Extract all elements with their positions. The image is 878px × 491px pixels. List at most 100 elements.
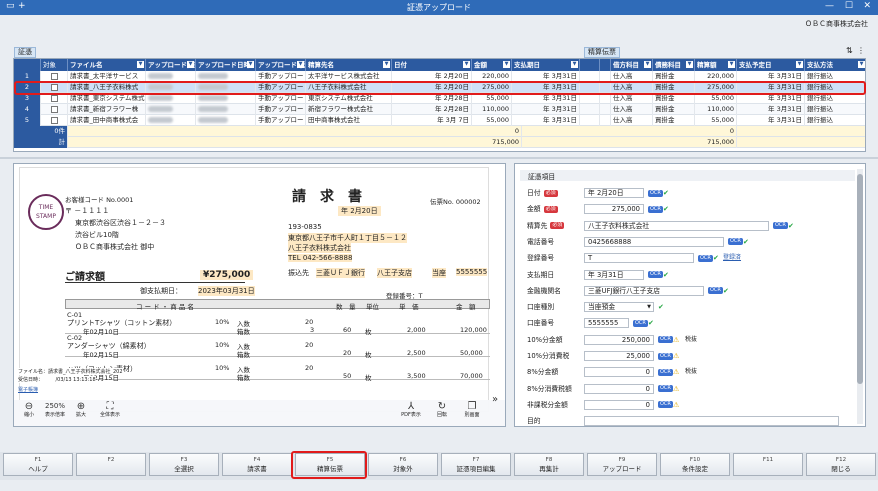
field-input[interactable]: 0	[584, 399, 654, 410]
column-settings-icon[interactable]: ⋮	[857, 46, 865, 55]
upload-info: 受信日時： /03/13 13:13:18	[18, 376, 96, 383]
fkey-f8-button[interactable]: F8 再集計	[514, 453, 584, 476]
field-label: 8%分金額	[527, 368, 559, 377]
ebook-link[interactable]: 電子帳簿	[18, 386, 38, 393]
row-filename: 請求書_新宿フラワー株	[68, 104, 146, 115]
invoice-amount: ¥275,000	[200, 270, 254, 280]
col-settle-amount[interactable]: 精算額 ▼	[695, 59, 737, 71]
ocr-badge: OCR	[728, 238, 743, 246]
field-input[interactable]: 5555555	[584, 318, 629, 329]
zoom-out-button[interactable]: ⊖ 縮小	[18, 401, 40, 418]
col-credit[interactable]: 債務科目 ▼	[653, 59, 695, 71]
field-input[interactable]: 年 3月31日	[584, 269, 644, 280]
fkey-f3-button[interactable]: F3 全選択	[149, 453, 219, 476]
field-input[interactable]: 三菱UFJ銀行八王子支店	[584, 285, 704, 296]
fkey-f12-button[interactable]: F12 閉じる	[806, 453, 876, 476]
check-icon: ✔	[663, 189, 669, 197]
field-input[interactable]	[584, 416, 839, 426]
fkey-f10-button[interactable]: F10 条件設定	[660, 453, 730, 476]
field-input[interactable]: 当座預金 ▼	[584, 302, 654, 313]
registered-link[interactable]: 登録済	[723, 253, 741, 263]
fkey-f1-button[interactable]: F1 ヘルプ	[3, 453, 73, 476]
ocr-badge: OCR	[698, 254, 713, 262]
collapse-button[interactable]: »	[489, 394, 501, 405]
col-upload-date[interactable]: アップロード日時 ▼	[196, 59, 256, 71]
rotate-icon: ↻	[437, 401, 447, 412]
fkey-f11-button[interactable]: F11	[733, 453, 803, 476]
row-method: 手動アップロード	[258, 104, 306, 115]
ocr-badge: OCR	[648, 189, 663, 197]
field-input[interactable]: 年 2月20日	[584, 188, 644, 198]
field-input[interactable]: 250,000	[584, 334, 654, 345]
settlement-label: 精算伝票	[584, 47, 620, 58]
field-label: 非課税分金額	[527, 400, 568, 409]
table-row[interactable]: 4 請求書_新宿フラワー株 手動アップロード 新宿フラワー株式会社 年 2月28…	[14, 104, 865, 115]
col-filename[interactable]: ファイル名 ▼	[68, 59, 146, 71]
minimize-icon[interactable]: —	[825, 1, 834, 11]
tax-excluded-tag: 税抜	[685, 368, 698, 376]
check-icon: ✔	[658, 303, 664, 312]
fkey-f6-button[interactable]: F6 対象外	[368, 453, 438, 476]
col-upload-method[interactable]: アップロード方法 ▼	[256, 59, 306, 71]
row-settle: 110,000	[695, 104, 737, 115]
field-input[interactable]: T	[584, 253, 694, 264]
field-input[interactable]: 0	[584, 367, 654, 378]
zoom-in-button[interactable]: ⊕ 拡大	[70, 401, 92, 418]
table-row[interactable]: 5 請求書_田中商事株式会 手動アップロード 田中商事株式会社 年 3月 7日 …	[14, 115, 865, 126]
bank-no: 5555555	[456, 268, 488, 276]
col-amount[interactable]: 金額 ▼	[472, 59, 512, 71]
rotate-button[interactable]: ↻ 回転	[431, 401, 453, 418]
field-input[interactable]: 0425668888	[584, 236, 724, 247]
check-icon: ✔	[648, 319, 654, 328]
fields-scrollbar[interactable]	[857, 169, 863, 424]
field-label: 8%分消費税額	[527, 384, 572, 393]
field-input[interactable]: 0	[584, 383, 654, 394]
col-paymethod[interactable]: 支払方法 ▼	[805, 59, 865, 71]
fit-page-button[interactable]: ⛶ 全体表示	[96, 401, 124, 418]
to-zip: 〒 －１１１１	[65, 207, 110, 215]
check-icon: ✔	[723, 286, 729, 295]
fkey-f4-button[interactable]: F4 請求書	[222, 453, 292, 476]
pdf-view-button[interactable]: ⅄ PDF表示	[397, 401, 425, 418]
col-payee[interactable]: 精算先名 ▼	[306, 59, 392, 71]
ocr-badge: OCR	[658, 352, 673, 360]
warning-icon: ⚠	[673, 384, 680, 393]
voucher-fields-panel: 証憑項目 日付 必須年 2月20日 OCR ✔ 金額 必須 275,000 OCR ✔ 精算先 必須…	[514, 163, 866, 427]
row-payee: 田中商事株式会社	[306, 115, 392, 126]
ocr-badge: OCR	[708, 287, 723, 295]
voucher-label: 証憑	[14, 47, 36, 58]
fkey-f7-button[interactable]: F7 証憑項目編集	[441, 453, 511, 476]
row-checkbox[interactable]	[41, 104, 68, 115]
field-label: 支払期日	[527, 270, 555, 279]
fkey-f9-button[interactable]: F9 アップロード	[587, 453, 657, 476]
to-building: 渋谷ビル10階	[75, 231, 119, 239]
col-debit[interactable]: 借方科目 ▼	[611, 59, 653, 71]
ocr-badge: OCR	[648, 271, 663, 278]
sort-icon[interactable]: ⇅	[846, 46, 853, 55]
ocr-badge: OCR	[658, 385, 673, 393]
fkey-f2-button[interactable]: F2	[76, 453, 146, 476]
tax-excluded-tag: 税抜	[685, 335, 698, 343]
separate-window-button[interactable]: ❐ 別画面	[458, 401, 486, 418]
field-input[interactable]: 275,000	[584, 204, 644, 215]
field-label: 口座種別	[527, 303, 555, 312]
selected-row-highlight	[14, 81, 866, 95]
fields-section-header: 証憑項目	[520, 170, 855, 181]
splitter[interactable]	[0, 157, 878, 159]
sender-zip: 193-0835	[288, 223, 322, 231]
chevron-down-icon: ▼	[647, 304, 651, 311]
ocr-badge: OCR	[658, 368, 673, 376]
col-due[interactable]: 支払期日 ▼	[512, 59, 580, 71]
close-icon[interactable]: ✕	[863, 1, 871, 11]
col-paydate[interactable]: 支払予定日 ▼	[737, 59, 805, 71]
maximize-icon[interactable]: ☐	[845, 1, 853, 11]
row-checkbox[interactable]	[41, 115, 68, 126]
col-date[interactable]: 日付 ▼	[392, 59, 472, 71]
row-credit: 買掛金	[653, 104, 695, 115]
col-uploader[interactable]: アップロード担当 ▼	[146, 59, 196, 71]
field-input[interactable]: 25,000	[584, 351, 654, 361]
field-label: 金額 必須	[527, 205, 558, 214]
zoom-level[interactable]: 250% 表示倍率	[42, 401, 68, 418]
field-input[interactable]: 八王子衣料株式会社	[584, 220, 769, 231]
warning-icon: ⚠	[673, 400, 680, 409]
